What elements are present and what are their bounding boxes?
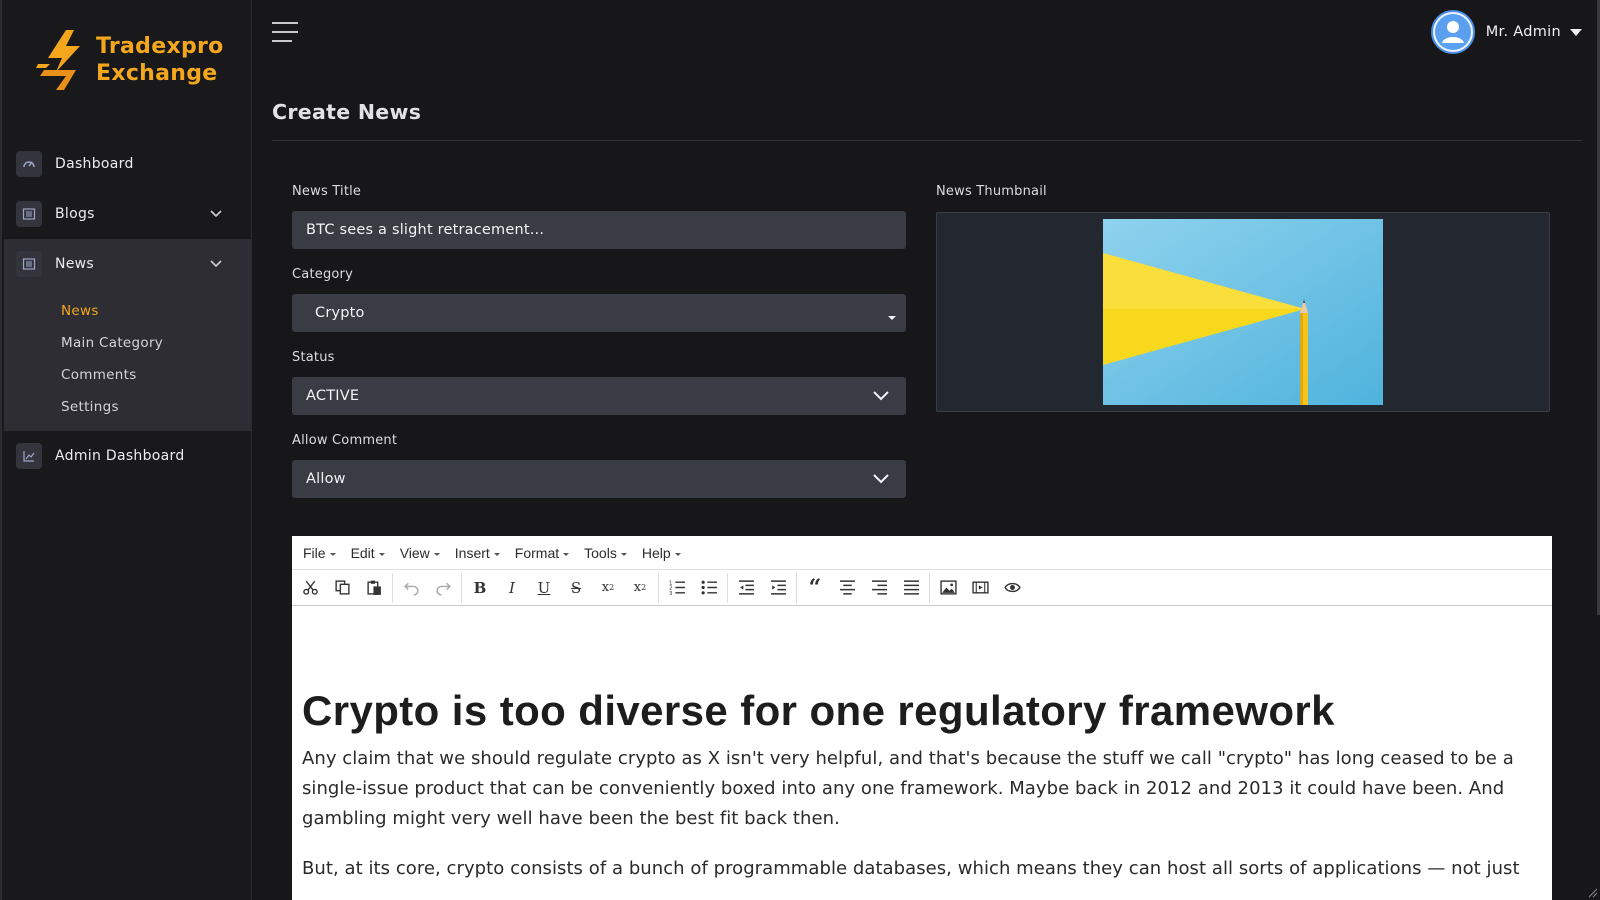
submenu-item-comments[interactable]: Comments [4,359,251,391]
chart-icon [16,443,42,469]
thumbnail-upload[interactable] [936,212,1550,412]
menu-edit[interactable]: Edit [351,545,385,561]
lightning-logo-icon [36,30,80,90]
cut-icon[interactable] [294,573,326,603]
news-title-label: News Title [292,184,362,199]
allow-comment-value: Allow [306,471,346,487]
sidebar-item-label: News [55,256,95,272]
allow-comment-select[interactable]: Allow [292,460,906,498]
category-select[interactable]: Crypto [292,294,906,332]
menu-file-label: File [303,544,326,561]
editor-content[interactable]: Crypto is too diverse for one regulatory… [292,606,1552,884]
menu-view[interactable]: View [400,545,440,561]
bold-icon[interactable]: B [464,573,496,603]
thumbnail-image [1103,219,1383,405]
list-icon [16,201,42,227]
undo-icon[interactable] [395,573,427,603]
preview-eye-icon[interactable] [996,573,1028,603]
sidebar-item-dashboard[interactable]: Dashboard [4,139,251,189]
menu-file[interactable]: File [303,545,336,561]
menu-view-label: View [399,544,430,561]
sidebar-item-news[interactable]: News [4,239,251,289]
align-justify-icon[interactable] [895,573,927,603]
sidebar-item-label: Admin Dashboard [55,448,185,464]
status-value: ACTIVE [306,388,360,404]
menu-format-label: Format [514,544,560,561]
page-title: Create News [272,100,422,124]
thumbnail-label: News Thumbnail [936,184,1047,199]
divider [272,140,1582,141]
italic-icon[interactable]: I [496,573,528,603]
blockquote-icon[interactable]: “ [799,573,831,603]
chevron-down-icon [210,210,222,218]
numbered-list-icon[interactable]: 123 [661,573,693,603]
category-value: Crypto [315,305,365,321]
submenu-item-main-category[interactable]: Main Category [4,327,251,359]
article-heading: Crypto is too diverse for one regulatory… [302,687,1335,734]
brand-name: Tradexpro Exchange [96,33,224,87]
align-center-icon[interactable] [831,573,863,603]
menu-insert-label: Insert [454,544,490,561]
copy-icon[interactable] [326,573,358,603]
chevron-down-icon [873,391,889,401]
svg-text:3: 3 [669,591,672,596]
submenu-item-settings[interactable]: Settings [4,391,251,423]
user-name: Mr. Admin [1485,24,1561,40]
menu-help-label: Help [641,544,671,561]
align-right-icon[interactable] [863,573,895,603]
editor-menubar: File Edit View Insert Format Tools Help [292,536,1552,570]
status-select[interactable]: ACTIVE [292,377,906,415]
brand-line2: Exchange [96,61,218,86]
menu-tools[interactable]: Tools [584,545,627,561]
allow-comment-label: Allow Comment [292,433,398,448]
sidebar-item-label: Blogs [55,206,95,222]
strikethrough-icon[interactable]: S [560,573,592,603]
editor-toolbar: B I U S x2 x2 123 “ [292,570,1552,606]
speedometer-icon [16,151,42,177]
sidebar-item-blogs[interactable]: Blogs [4,189,251,239]
menu-tools-label: Tools [584,544,617,561]
caret-down-icon [1570,28,1582,36]
brand-line1: Tradexpro [96,34,224,59]
redo-icon[interactable] [427,573,459,603]
list-icon [16,251,42,277]
sidebar-item-label: Dashboard [55,156,134,172]
insert-image-icon[interactable] [932,573,964,603]
menu-edit-label: Edit [350,544,375,561]
bulleted-list-icon[interactable] [693,573,725,603]
menu-toggle-icon[interactable] [272,22,298,44]
user-menu[interactable]: Mr. Admin [1430,10,1582,54]
rich-text-editor: File Edit View Insert Format Tools Help … [292,536,1552,900]
user-icon [1434,14,1471,50]
menu-format[interactable]: Format [514,544,570,561]
menu-insert[interactable]: Insert [455,545,500,561]
submenu-item-news[interactable]: News [4,295,251,327]
chevron-down-icon [210,260,222,268]
insert-media-icon[interactable] [964,573,996,603]
article-paragraph: Any claim that we should regulate crypto… [302,748,1514,829]
menu-help[interactable]: Help [642,545,681,561]
caret-down-icon [888,316,896,320]
underline-icon[interactable]: U [528,573,560,603]
subscript-icon[interactable]: x2 [592,573,624,603]
news-submenu: News Main Category Comments Settings [4,289,251,431]
sidebar: Tradexpro Exchange Dashboard Blogs News [0,0,252,900]
news-title-input[interactable]: BTC sees a slight retracement... [292,211,906,249]
avatar [1430,10,1475,54]
brand-logo[interactable]: Tradexpro Exchange [36,28,224,92]
outdent-icon[interactable] [730,573,762,603]
paste-icon[interactable] [358,573,390,603]
superscript-icon[interactable]: x2 [624,573,656,603]
sidebar-group-news: News News Main Category Comments Setting… [4,239,251,431]
sidebar-nav: Dashboard Blogs News News Main Category … [4,139,251,481]
resize-handle-icon[interactable] [1588,888,1598,898]
indent-icon[interactable] [762,573,794,603]
sidebar-item-admin-dashboard[interactable]: Admin Dashboard [4,431,251,481]
chevron-down-icon [873,474,889,484]
article-paragraph: But, at its core, crypto consists of a b… [302,858,1520,879]
status-label: Status [292,350,335,365]
news-title-value: BTC sees a slight retracement... [306,222,545,238]
category-label: Category [292,267,353,282]
